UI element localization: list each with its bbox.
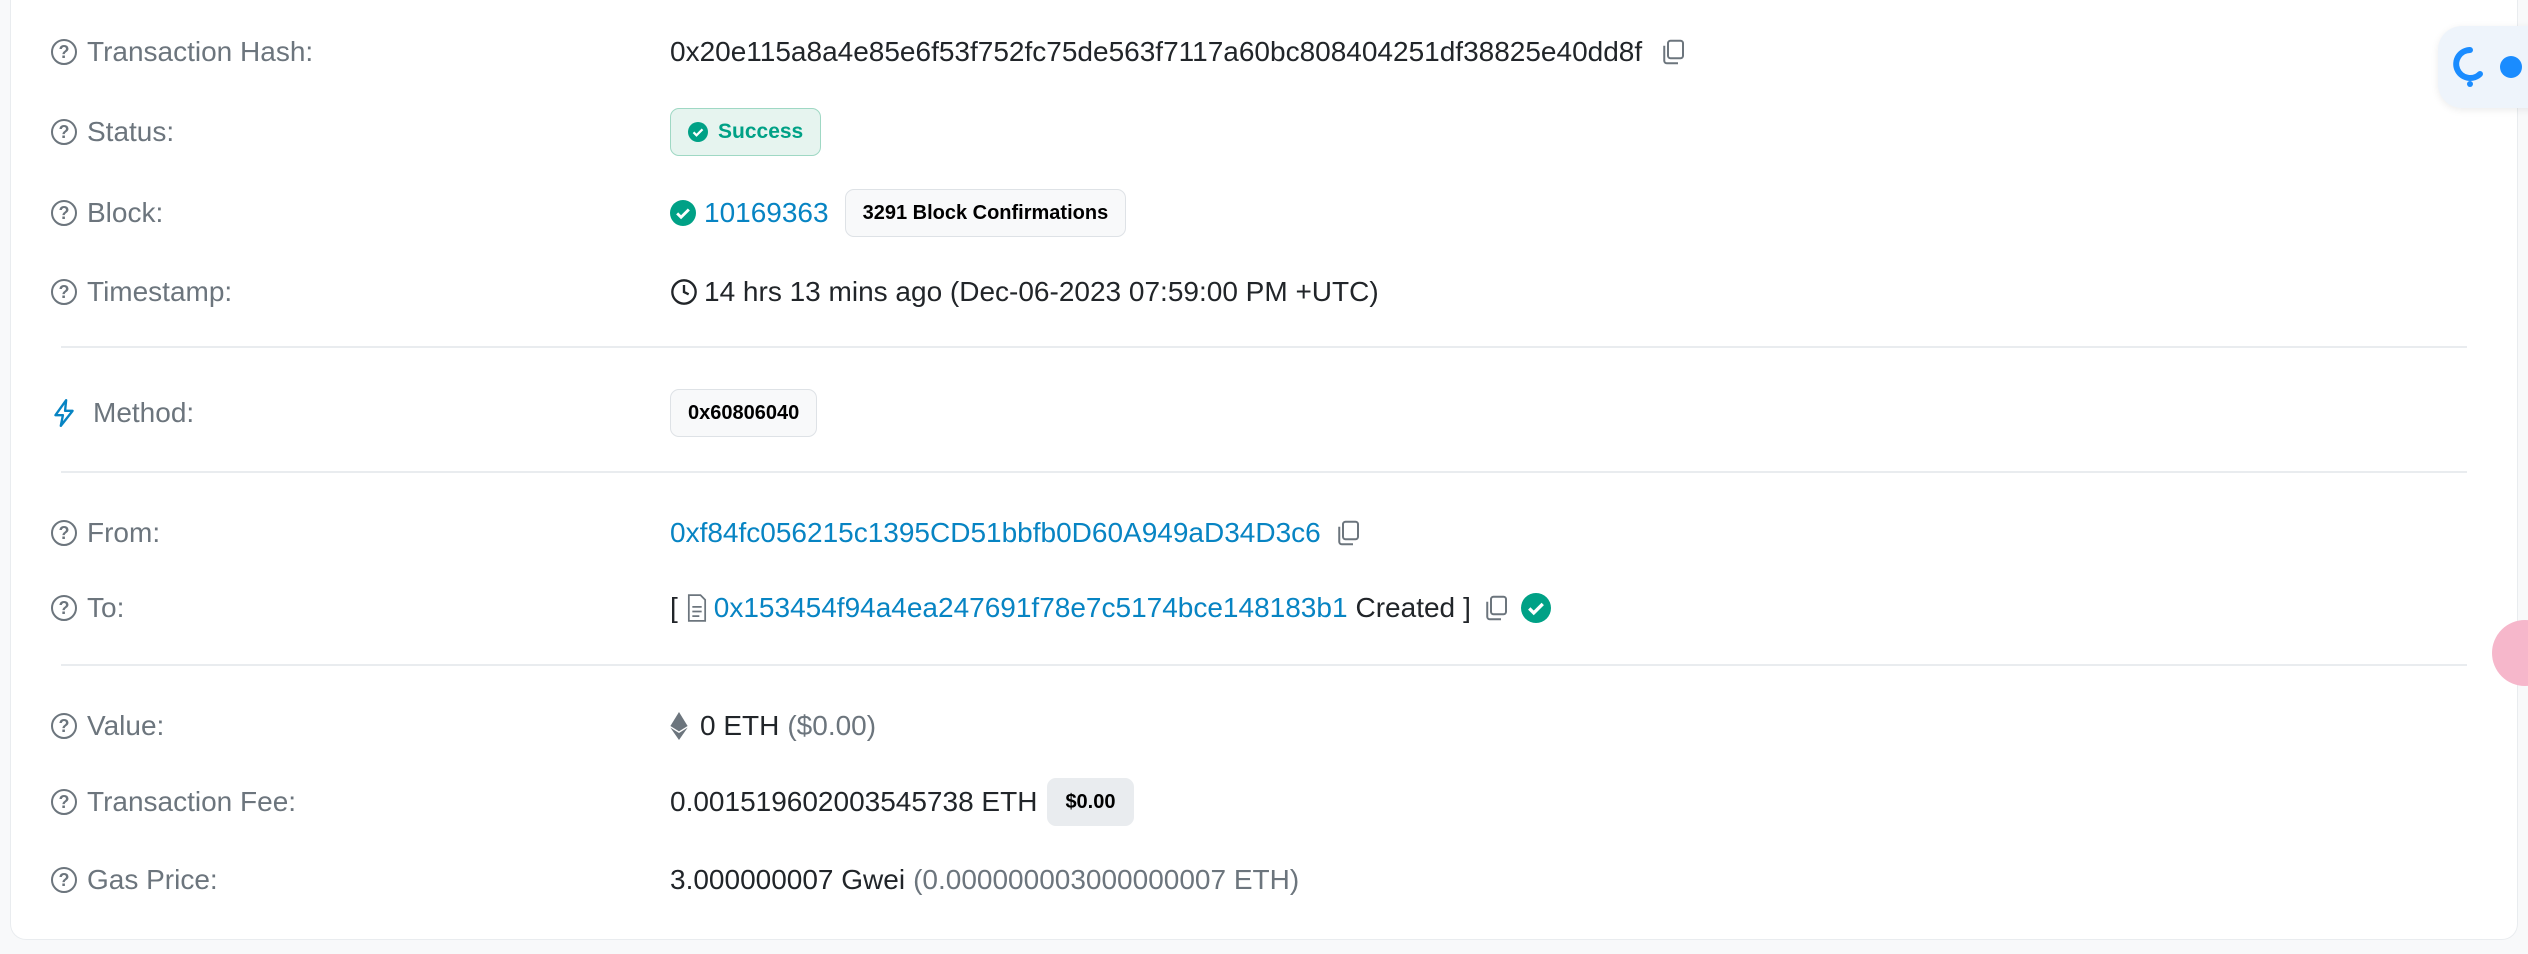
block-confirmations-badge: 3291 Block Confirmations xyxy=(844,189,1127,237)
tx-hash-label: Transaction Hash: xyxy=(87,36,314,67)
copy-icon[interactable] xyxy=(1658,37,1688,67)
tx-hash-row: ? Transaction Hash: 0x20e115a8a4e85e6f53f… xyxy=(51,22,2477,82)
question-icon[interactable]: ? xyxy=(51,200,77,226)
open-bracket: [ xyxy=(670,592,678,623)
status-label: Status: xyxy=(87,116,175,147)
value-amount: 0 ETH xyxy=(700,710,780,741)
timestamp-row: ? Timestamp: 14 hrs 13 mins ago (Dec-06-2… xyxy=(51,262,2477,322)
fee-amount: 0.001519602003545738 ETH xyxy=(670,786,1038,817)
fee-usd-badge: $0.00 xyxy=(1047,778,1134,826)
question-icon[interactable]: ? xyxy=(51,520,77,546)
question-icon[interactable]: ? xyxy=(51,595,77,621)
to-row: ? To: [ 0x153454f94a4ea247691f78e7c5174bc… xyxy=(51,578,2477,638)
block-label: Block: xyxy=(87,197,164,228)
from-label: From: xyxy=(87,517,161,548)
copy-icon[interactable] xyxy=(1481,593,1511,623)
tx-hash-value: 0x20e115a8a4e85e6f53f752fc75de563f7117a6… xyxy=(670,36,1643,67)
divider xyxy=(61,471,2467,473)
method-badge: 0x60806040 xyxy=(670,389,818,437)
copy-icon[interactable] xyxy=(1333,518,1363,548)
divider xyxy=(61,664,2467,666)
notification-dot xyxy=(2500,56,2522,78)
question-icon[interactable]: ? xyxy=(51,119,77,145)
timestamp-value: 14 hrs 13 mins ago (Dec-06-2023 07:59:00… xyxy=(704,276,1379,307)
gas-label: Gas Price: xyxy=(87,864,218,895)
divider xyxy=(61,346,2467,348)
from-row: ? From: 0xf84fc056215c1395CD51bbfb0D60A94… xyxy=(51,503,2477,563)
gas-row: ? Gas Price: 3.000000007 Gwei (0.00000000… xyxy=(51,850,2477,910)
status-text: Success xyxy=(718,120,804,143)
status-badge: Success xyxy=(670,108,822,156)
question-icon[interactable]: ? xyxy=(51,279,77,305)
gas-amount: 3.000000007 Gwei xyxy=(670,864,906,895)
to-contract-link[interactable]: 0x153454f94a4ea247691f78e7c5174bce148183… xyxy=(714,592,1348,624)
method-label: Method: xyxy=(93,397,195,428)
floating-assistant-button[interactable] xyxy=(2438,26,2528,108)
timestamp-label: Timestamp: xyxy=(87,276,233,307)
ethereum-icon xyxy=(670,712,688,740)
gas-eth: (0.000000003000000007 ETH) xyxy=(913,864,1300,895)
method-row: Method: 0x60806040 xyxy=(51,383,2477,443)
block-number-link[interactable]: 10169363 xyxy=(704,197,829,229)
status-row: ? Status: Success xyxy=(51,102,2477,162)
check-circle-icon xyxy=(1520,593,1551,623)
value-label: Value: xyxy=(87,710,165,741)
question-icon[interactable]: ? xyxy=(51,713,77,739)
fee-label: Transaction Fee: xyxy=(87,786,297,817)
question-icon[interactable]: ? xyxy=(51,789,77,815)
lightning-icon xyxy=(54,398,74,428)
assistant-logo-icon xyxy=(2453,47,2483,87)
check-circle-icon xyxy=(670,200,696,226)
value-usd: ($0.00) xyxy=(787,710,877,741)
from-address-link[interactable]: 0xf84fc056215c1395CD51bbfb0D60A949aD34D3… xyxy=(670,517,1321,549)
question-icon[interactable]: ? xyxy=(51,867,77,893)
clock-icon xyxy=(671,279,697,305)
transaction-details-card: ? Transaction Hash: 0x20e115a8a4e85e6f53f… xyxy=(10,0,2518,940)
question-icon[interactable]: ? xyxy=(51,39,77,65)
created-text: Created xyxy=(1355,592,1456,623)
contract-file-icon xyxy=(687,594,706,622)
check-circle-icon xyxy=(688,122,708,142)
block-row: ? Block: 10169363 3291 Block Confirmation… xyxy=(51,183,2477,243)
to-label: To: xyxy=(87,592,125,623)
fee-row: ? Transaction Fee: 0.001519602003545738 E… xyxy=(51,772,2477,832)
value-row: ? Value: 0 ETH ($0.00) xyxy=(51,696,2477,756)
close-bracket: ] xyxy=(1463,592,1471,623)
